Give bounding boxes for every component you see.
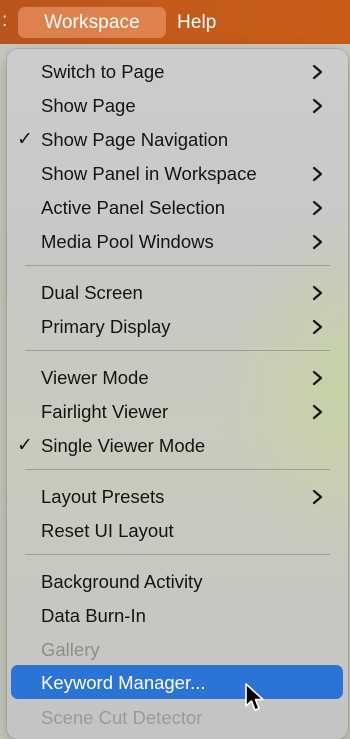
menu-item-label: Viewer Mode	[41, 367, 149, 388]
menu-item-label: Layout Presets	[41, 486, 165, 507]
menu-bar: : Workspace Help	[0, 0, 350, 44]
chevron-right-icon	[312, 98, 323, 114]
chevron-right-icon	[312, 200, 323, 216]
menu-separator	[25, 469, 330, 470]
menu-item-label: Background Activity	[41, 571, 203, 592]
chevron-right-icon	[312, 285, 323, 301]
chevron-right-icon	[312, 404, 323, 420]
menu-item-label: Keyword Manager...	[41, 672, 206, 693]
chevron-right-icon	[312, 370, 323, 386]
menu-item-label: Active Panel Selection	[41, 197, 226, 218]
menu-separator	[25, 554, 330, 555]
menu-item-label: Gallery	[41, 639, 100, 660]
menu-separator	[25, 350, 330, 351]
menu-item-fairlight-viewer[interactable]: Fairlight Viewer	[7, 394, 348, 428]
menu-item-label: Show Page	[41, 95, 136, 116]
chevron-right-icon	[312, 64, 323, 80]
menu-item-show-page-navigation[interactable]: ✓ Show Page Navigation	[7, 122, 348, 156]
menu-item-primary-display[interactable]: Primary Display	[7, 309, 348, 343]
menu-item-reset-ui-layout[interactable]: Reset UI Layout	[7, 513, 348, 547]
menu-item-show-panel-in-workspace[interactable]: Show Panel in Workspace	[7, 156, 348, 190]
menu-item-media-pool-windows[interactable]: Media Pool Windows	[7, 224, 348, 258]
chevron-right-icon	[312, 319, 323, 335]
mouse-pointer-icon	[245, 683, 264, 711]
menu-item-switch-to-page[interactable]: Switch to Page	[7, 54, 348, 88]
menu-item-background-activity[interactable]: Background Activity	[7, 564, 348, 598]
menu-item-label: Show Panel in Workspace	[41, 163, 257, 184]
menu-item-label: Fairlight Viewer	[41, 401, 169, 422]
menu-item-gallery: Gallery	[7, 632, 348, 666]
menu-item-label: Dual Screen	[41, 282, 143, 303]
menu-item-active-panel-selection[interactable]: Active Panel Selection	[7, 190, 348, 224]
chevron-right-icon	[312, 489, 323, 505]
menu-item-dual-screen[interactable]: Dual Screen	[7, 275, 348, 309]
menu-item-viewer-mode[interactable]: Viewer Mode	[7, 360, 348, 394]
menu-item-label: Primary Display	[41, 316, 171, 337]
menu-item-label: Single Viewer Mode	[41, 435, 206, 456]
menu-bar-cut-off-item[interactable]: :	[2, 10, 7, 32]
menu-item-label: Scene Cut Detector	[41, 707, 203, 728]
menu-item-label: Data Burn-In	[41, 605, 146, 626]
menu-item-single-viewer-mode[interactable]: ✓ Single Viewer Mode	[7, 428, 348, 462]
chevron-right-icon	[312, 234, 323, 250]
menu-item-label: Reset UI Layout	[41, 520, 174, 541]
checkmark-icon: ✓	[17, 129, 33, 150]
menu-bar-workspace[interactable]: Workspace	[18, 7, 166, 38]
checkmark-icon: ✓	[17, 435, 33, 456]
menu-separator	[25, 265, 330, 266]
menu-bar-help[interactable]: Help	[177, 7, 216, 38]
menu-item-label: Switch to Page	[41, 61, 165, 82]
menu-item-data-burn-in[interactable]: Data Burn-In	[7, 598, 348, 632]
menu-item-keyword-manager[interactable]: Keyword Manager...	[11, 665, 343, 699]
menu-item-show-page[interactable]: Show Page	[7, 88, 348, 122]
menu-item-scene-cut-detector[interactable]: Scene Cut Detector	[7, 700, 348, 734]
menu-item-layout-presets[interactable]: Layout Presets	[7, 479, 348, 513]
menu-item-label: Show Page Navigation	[41, 129, 229, 150]
workspace-dropdown-menu: Switch to Page Show Page ✓ Show Page Nav…	[7, 49, 348, 739]
chevron-right-icon	[312, 166, 323, 182]
menu-item-label: Media Pool Windows	[41, 231, 214, 252]
